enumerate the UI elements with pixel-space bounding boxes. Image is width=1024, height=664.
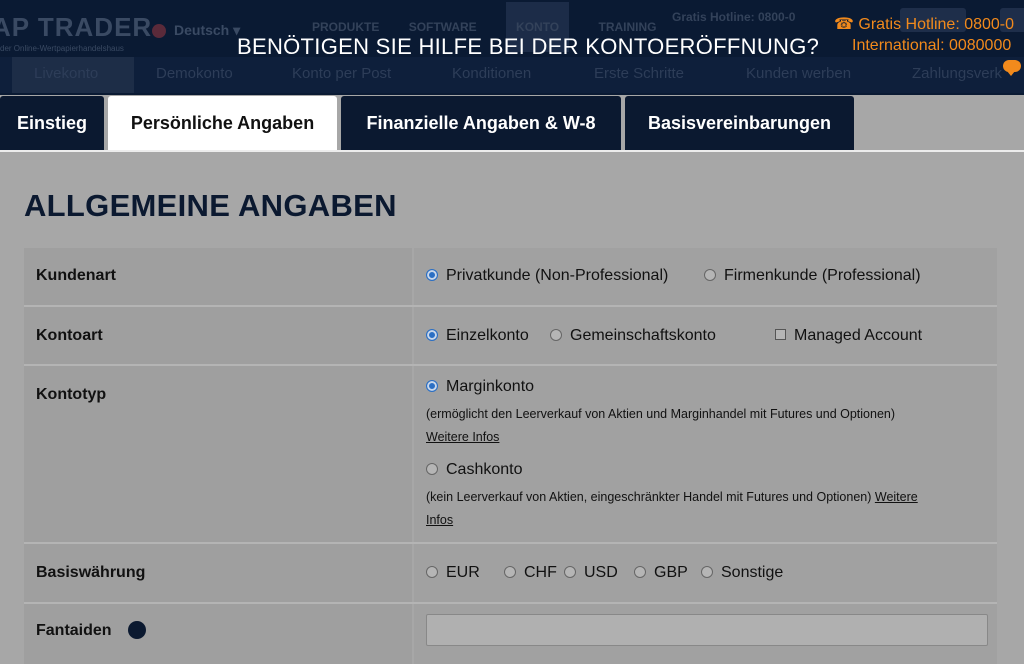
- checkbox-icon: [775, 329, 786, 341]
- help-overlay-title: BENÖTIGEN SIE HILFE BEI DER KONTOERÖFFNU…: [237, 34, 820, 59]
- menu-item-produkte[interactable]: PRODUKTE: [312, 20, 379, 34]
- tab-divider: [0, 150, 1024, 152]
- radio-privatkunde[interactable]: Privatkunde (Non-Professional): [426, 267, 668, 285]
- menu-item-software[interactable]: SOFTWARE: [409, 20, 477, 34]
- main-menu: PRODUKTE SOFTWARE KONTO TRAINING: [312, 2, 683, 52]
- flag-icon: [152, 24, 166, 39]
- row-kontotyp: Kontotyp Marginkonto (ermöglicht den Lee…: [24, 366, 997, 544]
- subnav-item-zahlungsverkehr[interactable]: Zahlungsverk: [912, 65, 1002, 82]
- site-logo: AP TRADER: [0, 12, 153, 42]
- international-hotline[interactable]: International: 0080000: [852, 37, 1011, 55]
- tab-persoenliche-angaben[interactable]: Persönliche Angaben: [108, 96, 337, 150]
- radio-icon: [550, 328, 562, 341]
- radio-selected-icon: [426, 379, 438, 392]
- radio-eur[interactable]: EUR: [426, 564, 480, 582]
- header-hotline: Gratis Hotline: 0800-0: [672, 10, 796, 24]
- radio-sonstige[interactable]: Sonstige: [701, 564, 783, 582]
- radio-icon: [634, 565, 646, 578]
- radio-icon: [426, 462, 438, 475]
- menu-item-training[interactable]: TRAINING: [599, 20, 657, 34]
- radio-icon: [504, 565, 516, 578]
- section-title: ALLGEMEINE ANGABEN: [24, 188, 397, 223]
- checkbox-managed-account[interactable]: Managed Account: [775, 327, 922, 345]
- hotline-link[interactable]: ☎ Gratis Hotline: 0800-0: [834, 14, 1014, 34]
- radio-einzelkonto[interactable]: Einzelkonto: [426, 327, 529, 345]
- language-selector[interactable]: Deutsch ▾: [152, 22, 240, 39]
- marginkonto-description: (ermöglicht den Leerverkauf von Aktien u…: [426, 407, 896, 421]
- radio-cashkonto[interactable]: Cashkonto: [426, 461, 523, 479]
- radio-icon: [701, 565, 713, 578]
- subnav-item-konto-per-post[interactable]: Konto per Post: [292, 65, 391, 82]
- form-tabs: Einstieg Persönliche Angaben Finanzielle…: [0, 95, 1024, 153]
- subnav-item-erste-schritte[interactable]: Erste Schritte: [594, 65, 684, 82]
- radio-gbp[interactable]: GBP: [634, 564, 688, 582]
- row-kundenart: Kundenart Privatkunde (Non-Professional)…: [24, 248, 997, 307]
- cashkonto-description: (kein Leerverkauf von Aktien, eingeschrä…: [426, 490, 918, 504]
- row-kontoart: Kontoart Einzelkonto Gemeinschaftskonto …: [24, 307, 997, 366]
- radio-selected-icon: [426, 328, 438, 341]
- tab-basisvereinbarungen[interactable]: Basisvereinbarungen: [625, 96, 854, 150]
- info-icon[interactable]: [128, 621, 146, 639]
- subnav-item-kunden-werben[interactable]: Kunden werben: [746, 65, 851, 82]
- chat-icon[interactable]: [1003, 60, 1021, 76]
- next-row-input[interactable]: [426, 614, 988, 646]
- cashkonto-info-link-cont[interactable]: Infos: [426, 513, 453, 527]
- label-kontotyp: Kontotyp: [36, 386, 107, 403]
- radio-firmenkunde[interactable]: Firmenkunde (Professional): [704, 267, 921, 285]
- radio-usd[interactable]: USD: [564, 564, 618, 582]
- cashkonto-info-link[interactable]: Weitere: [875, 490, 918, 504]
- tab-finanzielle-angaben[interactable]: Finanzielle Angaben & W-8: [341, 96, 621, 150]
- row-next: Fantaiden: [24, 604, 997, 664]
- general-info-form: Kundenart Privatkunde (Non-Professional)…: [24, 248, 997, 664]
- radio-icon: [564, 565, 576, 578]
- radio-chf[interactable]: CHF: [504, 564, 557, 582]
- radio-selected-icon: [426, 268, 438, 281]
- subnav-item-demokonto[interactable]: Demokonto: [156, 65, 233, 82]
- logo-tagline: der Online-Wertpapierhandelshaus: [0, 44, 124, 53]
- label-kundenart: Kundenart: [36, 267, 116, 284]
- radio-marginkonto[interactable]: Marginkonto: [426, 378, 534, 396]
- sub-navigation: Livekonto Demokonto Konto per Post Kondi…: [0, 57, 1024, 93]
- phone-icon: ☎: [834, 16, 854, 33]
- subnav-item-konditionen[interactable]: Konditionen: [452, 65, 531, 82]
- language-label: Deutsch: [174, 22, 230, 38]
- label-kontoart: Kontoart: [36, 327, 103, 344]
- radio-icon: [704, 268, 716, 281]
- tab-einstieg[interactable]: Einstieg: [0, 96, 104, 150]
- marginkonto-info-link[interactable]: Weitere Infos: [426, 430, 499, 444]
- subnav-item-livekonto[interactable]: Livekonto: [12, 57, 134, 93]
- radio-icon: [426, 565, 438, 578]
- radio-gemeinschaftskonto[interactable]: Gemeinschaftskonto: [550, 327, 716, 345]
- label-basiswaehrung: Basiswährung: [36, 564, 146, 581]
- row-basiswaehrung: Basiswährung EUR CHF USD GBP Sonstige: [24, 544, 997, 604]
